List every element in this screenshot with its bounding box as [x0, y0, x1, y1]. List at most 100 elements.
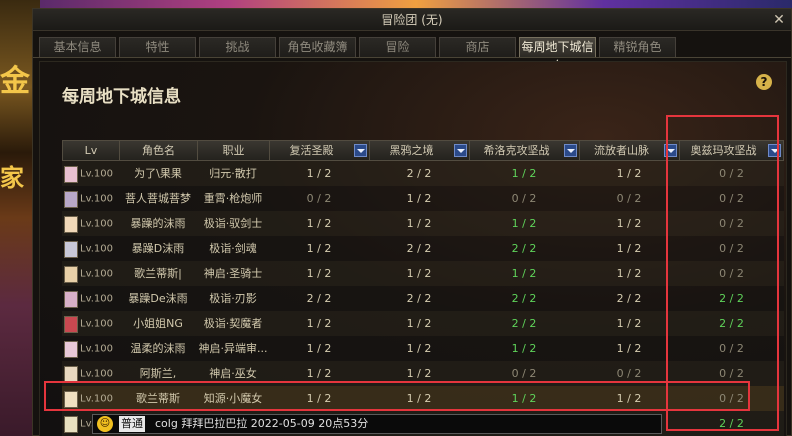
character-name: 为了\果果 — [134, 167, 182, 180]
dungeon-count-cell: 1 / 2 — [616, 267, 642, 280]
dropdown-icon[interactable] — [564, 144, 577, 157]
job-cell: 极诣·契魔者 — [203, 317, 263, 330]
dungeon-count-cell: 1 / 2 — [616, 317, 642, 330]
level-cell: Lv.100 — [62, 286, 119, 311]
character-name: 歌兰蒂斯| — [134, 267, 182, 280]
level-text: Lv.100 — [80, 168, 113, 180]
dropdown-icon[interactable] — [454, 144, 467, 157]
dungeon-count-cell: 0 / 2 — [719, 392, 744, 405]
column-header: Lv — [62, 140, 119, 161]
avatar — [64, 215, 78, 233]
dungeon-count-cell: 0 / 2 — [511, 367, 537, 380]
tab-1[interactable]: 特性 — [119, 37, 196, 57]
level-cell: Lv.100 — [62, 311, 119, 336]
dungeon-count-cell: 1 / 2 — [306, 342, 332, 355]
level-cell: Lv.100 — [62, 211, 119, 236]
dungeon-count-cell: 2 / 2 — [406, 167, 432, 180]
emoji-icon[interactable]: ☺ — [97, 416, 113, 432]
level-text: Lv.100 — [80, 193, 113, 205]
tab-6[interactable]: 每周地下城信息 — [519, 37, 596, 73]
column-header[interactable]: 奥兹玛攻坚战 — [679, 140, 784, 161]
column-header[interactable]: 希洛克攻坚战 — [469, 140, 579, 161]
job-cell: 神启·巫女 — [209, 367, 257, 380]
table-row[interactable]: Lv.100 歌兰蒂斯 知源·小魔女 1 / 2 1 / 2 1 / 2 1 / 2 0 / … — [62, 386, 784, 411]
chat-bar[interactable]: ☺ 普通 colg 拜拜巴拉巴拉 2022-05-09 20点53分 — [92, 414, 662, 434]
dropdown-icon[interactable] — [664, 144, 677, 157]
dungeon-count-cell: 2 / 2 — [406, 292, 432, 305]
tab-3[interactable]: 角色收藏簿 — [279, 37, 356, 57]
level-cell: Lv.100 — [62, 336, 119, 361]
column-header[interactable]: 复活圣殿 — [269, 140, 369, 161]
tab-7[interactable]: 精锐角色 — [599, 37, 676, 57]
level-cell: Lv.100 — [62, 361, 119, 386]
table-row[interactable]: Lv.100 小姐姐NG 极诣·契魔者 1 / 2 1 / 2 2 / 2 1 / 2 2 /… — [62, 311, 784, 336]
table-row[interactable]: Lv.100 菩人菩城菩梦 重霄·枪炮师 0 / 2 1 / 2 0 / 2 0 / 2 0 … — [62, 186, 784, 211]
level-text: Lv.100 — [80, 268, 113, 280]
job-cell: 归元·散打 — [209, 167, 257, 180]
table-row[interactable]: Lv.100 暴躁De沫雨 极诣·刃影 2 / 2 2 / 2 2 / 2 2 / 2 2 /… — [62, 286, 784, 311]
tab-bar: 基本信息特性挑战角色收藏簿冒险商店每周地下城信息精锐角色 — [39, 37, 676, 73]
dungeon-count-cell: 0 / 2 — [719, 267, 744, 280]
avatar — [64, 190, 78, 208]
dropdown-icon[interactable] — [354, 144, 367, 157]
column-header-label: Lv — [84, 144, 98, 157]
level-cell: Lv.100 — [62, 261, 119, 286]
adventure-window: 冒险团 (无) ✕ 基本信息特性挑战角色收藏簿冒险商店每周地下城信息精锐角色 每… — [32, 8, 792, 436]
window-titlebar[interactable]: 冒险团 (无) ✕ — [33, 9, 791, 31]
dungeon-count-cell: 1 / 2 — [306, 217, 332, 230]
column-header[interactable]: 流放者山脉 — [579, 140, 679, 161]
weekly-dungeon-panel: 每周地下城信息 ? Lv 角色名 职业 复活圣殿 黑鸦之境 希洛克攻坚战 流放者山脉 奥兹玛攻… — [39, 61, 787, 436]
avatar — [64, 365, 78, 383]
dungeon-count-cell: 1 / 2 — [306, 167, 332, 180]
dungeon-count-cell: 0 / 2 — [719, 342, 744, 355]
column-header-label: 黑鸦之境 — [389, 144, 434, 157]
level-cell: Lv.100 — [62, 236, 119, 261]
character-name: 暴躁D沫雨 — [131, 242, 185, 255]
level-cell: Lv.100 — [62, 161, 119, 186]
dungeon-count-cell: 1 / 2 — [616, 167, 642, 180]
character-name: 暴躁的沫雨 — [130, 217, 186, 230]
table-body: Lv.100 为了\果果 归元·散打 1 / 2 2 / 2 1 / 2 1 / 2 0 / … — [62, 161, 784, 436]
column-header: 角色名 — [119, 140, 197, 161]
table-row[interactable]: Lv.100 阿斯兰, 神启·巫女 1 / 2 1 / 2 0 / 2 0 / 2 0 / 2 — [62, 361, 784, 386]
dungeon-count-cell: 1 / 2 — [616, 392, 642, 405]
dungeon-count-cell: 2 / 2 — [719, 292, 744, 305]
tab-0[interactable]: 基本信息 — [39, 37, 116, 57]
table-row[interactable]: Lv.100 温柔的沫雨 神启·异端审... 1 / 2 1 / 2 1 / 2 1 / 2… — [62, 336, 784, 361]
table-row[interactable]: Lv.100 为了\果果 归元·散打 1 / 2 2 / 2 1 / 2 1 / 2 0 / … — [62, 161, 784, 186]
dungeon-count-cell: 1 / 2 — [511, 167, 537, 180]
level-cell: Lv.100 — [62, 186, 119, 211]
table-row[interactable]: Lv.100 歌兰蒂斯| 神启·圣骑士 1 / 2 1 / 2 1 / 2 1 / 2 0 /… — [62, 261, 784, 286]
job-cell: 神启·异端审... — [198, 342, 268, 355]
job-cell: 知源·小魔女 — [203, 392, 263, 405]
tab-2[interactable]: 挑战 — [199, 37, 276, 57]
table-row[interactable]: Lv.100 暴躁D沫雨 极诣·剑魂 1 / 2 2 / 2 2 / 2 1 / 2 0 / … — [62, 236, 784, 261]
avatar — [64, 315, 78, 333]
close-icon[interactable]: ✕ — [771, 12, 787, 28]
chat-channel[interactable]: 普通 — [119, 416, 145, 432]
dungeon-count-cell: 2 / 2 — [511, 317, 537, 330]
table-row[interactable]: Lv.100 暴躁的沫雨 极诣·驭剑士 1 / 2 1 / 2 1 / 2 1 / 2 0 /… — [62, 211, 784, 236]
help-icon[interactable]: ? — [756, 74, 772, 90]
dungeon-count-cell: 0 / 2 — [306, 192, 332, 205]
dungeon-count-cell: 1 / 2 — [406, 192, 432, 205]
column-header-label: 角色名 — [142, 144, 175, 157]
level-text: Lv.100 — [80, 343, 113, 355]
column-header-label: 复活圣殿 — [289, 144, 334, 157]
level-text: Lv.100 — [80, 218, 113, 230]
dungeon-count-cell: 1 / 2 — [306, 267, 332, 280]
character-name: 小姐姐NG — [133, 317, 183, 330]
dungeon-count-cell: 1 / 2 — [511, 392, 537, 405]
avatar — [64, 265, 78, 283]
dungeon-count-cell: 1 / 2 — [406, 317, 432, 330]
column-header[interactable]: 黑鸦之境 — [369, 140, 469, 161]
dungeon-count-cell: 2 / 2 — [406, 242, 432, 255]
dungeon-count-cell: 1 / 2 — [406, 217, 432, 230]
dropdown-icon[interactable] — [768, 144, 781, 157]
dungeon-count-cell: 0 / 2 — [511, 192, 537, 205]
character-name: 温柔的沫雨 — [130, 342, 186, 355]
avatar — [64, 415, 78, 433]
tab-5[interactable]: 商店 — [439, 37, 516, 57]
tab-4[interactable]: 冒险 — [359, 37, 436, 57]
character-name: 菩人菩城菩梦 — [125, 192, 191, 205]
